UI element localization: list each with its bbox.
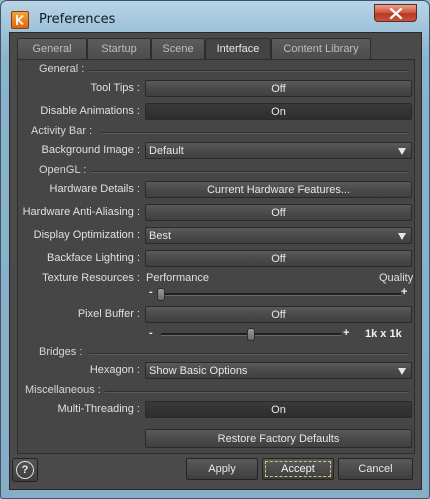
disable-animations-label: Disable Animations : — [40, 105, 140, 117]
section-activity-bar: Activity Bar : — [31, 125, 93, 137]
multi-threading-toggle[interactable]: On — [145, 401, 412, 418]
app-logo-icon — [11, 11, 29, 29]
help-button[interactable]: ? — [12, 458, 38, 482]
divider — [89, 70, 409, 72]
section-general: General : — [39, 63, 85, 75]
tab-content-library[interactable]: Content Library — [271, 38, 371, 59]
pixel-buffer-plus-icon[interactable]: + — [343, 327, 349, 339]
chevron-down-icon — [398, 368, 406, 375]
divider — [101, 132, 409, 134]
display-optimization-dropdown[interactable]: Best — [145, 227, 412, 244]
texture-slider-track[interactable] — [157, 293, 401, 296]
title-bar[interactable]: Preferences — [1, 1, 429, 33]
texture-max-label: Quality — [379, 272, 414, 284]
close-button[interactable] — [374, 4, 417, 22]
help-icon: ? — [16, 461, 34, 479]
backface-lighting-toggle[interactable]: Off — [145, 250, 412, 267]
texture-resources-label: Texture Resources : — [42, 272, 140, 284]
texture-minus-icon: - — [149, 286, 153, 298]
pixel-buffer-size: 1k x 1k — [365, 328, 402, 340]
hexagon-value: Show Basic Options — [149, 365, 248, 377]
cancel-button[interactable]: Cancel — [338, 458, 413, 480]
tooltips-toggle[interactable]: Off — [145, 80, 412, 97]
chevron-down-icon — [398, 233, 406, 240]
tab-startup[interactable]: Startup — [87, 38, 151, 59]
chevron-down-icon — [398, 148, 406, 155]
anti-aliasing-label: Hardware Anti-Aliasing : — [22, 206, 140, 218]
close-icon — [389, 8, 403, 19]
section-miscellaneous: Miscellaneous : — [25, 384, 101, 396]
tooltips-label: Tool Tips : — [90, 82, 140, 94]
disable-animations-toggle[interactable]: On — [145, 103, 412, 120]
multi-threading-label: Multi-Threading : — [57, 403, 140, 415]
texture-plus-icon: + — [401, 286, 408, 298]
section-opengl: OpenGL : — [39, 164, 87, 176]
tab-bar: General Startup Scene Interface Content … — [17, 38, 415, 61]
background-image-label: Background Image : — [41, 144, 140, 156]
preferences-window: Preferences General Startup Scene Interf… — [0, 0, 430, 499]
tab-general[interactable]: General — [17, 38, 87, 59]
background-image-value: Default — [149, 145, 184, 157]
restore-factory-defaults-button[interactable]: Restore Factory Defaults — [145, 429, 412, 448]
pixel-buffer-label: Pixel Buffer : — [77, 308, 140, 320]
pixel-buffer-toggle[interactable]: Off — [145, 306, 412, 323]
accept-button[interactable]: Accept — [262, 458, 334, 480]
apply-button[interactable]: Apply — [186, 458, 258, 480]
section-bridges: Bridges : — [39, 346, 83, 358]
anti-aliasing-toggle[interactable]: Off — [145, 204, 412, 221]
window-title: Preferences — [39, 12, 116, 27]
divider — [89, 353, 409, 355]
hexagon-label: Hexagon : — [89, 364, 140, 376]
texture-min-label: Performance — [146, 272, 209, 284]
pixel-buffer-slider-handle[interactable] — [247, 328, 255, 341]
display-optimization-value: Best — [149, 230, 172, 242]
divider — [91, 171, 409, 173]
background-image-dropdown[interactable]: Default — [145, 142, 412, 159]
divider — [105, 391, 409, 393]
backface-lighting-label: Backface Lighting : — [47, 252, 140, 264]
pixel-buffer-minus-icon[interactable]: - — [149, 327, 153, 339]
display-optimization-label: Display Optimization : — [33, 229, 140, 241]
tab-interface[interactable]: Interface — [205, 38, 271, 61]
hexagon-dropdown[interactable]: Show Basic Options — [145, 362, 412, 379]
tab-scene[interactable]: Scene — [151, 38, 205, 59]
hardware-details-label: Hardware Details : — [49, 183, 140, 195]
current-hardware-features-button[interactable]: Current Hardware Features... — [145, 181, 412, 198]
texture-slider-handle[interactable] — [157, 288, 165, 301]
